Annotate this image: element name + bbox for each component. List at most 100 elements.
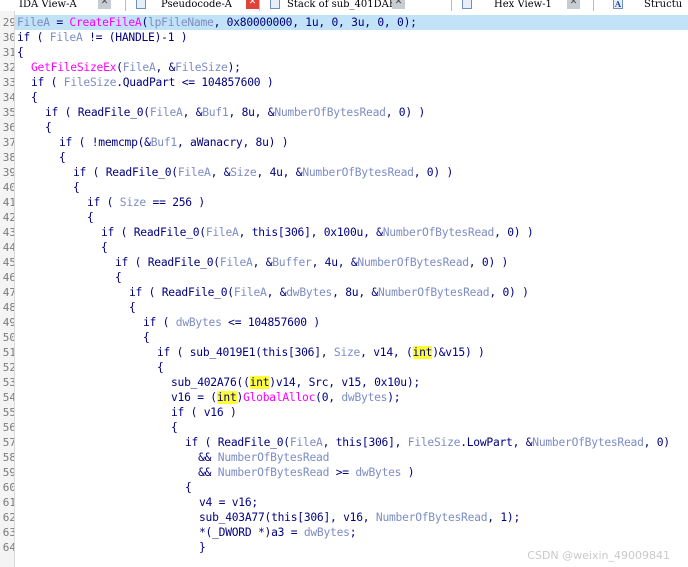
- code-line[interactable]: if ( FileA != (HANDLE)-1 ): [15, 30, 688, 45]
- code-text: , v14, (: [360, 346, 413, 359]
- library-call[interactable]: GetFileSizeEx: [31, 61, 116, 74]
- identifier[interactable]: NumberOfBytesRead: [302, 166, 414, 179]
- code-line[interactable]: if ( Size == 256 ): [15, 195, 688, 210]
- identifier[interactable]: NumberOfBytesRead: [378, 286, 490, 299]
- identifier[interactable]: dwBytes: [341, 391, 387, 404]
- identifier[interactable]: FileA: [123, 61, 156, 74]
- tab-ida-view-a[interactable]: IDA View-A ✕: [2, 0, 112, 11]
- identifier[interactable]: dwBytes: [176, 316, 222, 329]
- code-line[interactable]: v16 = (int)GlobalAlloc(0, dwBytes);: [15, 390, 688, 405]
- tab-pseudocode-a[interactable]: Pseudocode-A ✕: [128, 0, 260, 11]
- identifier[interactable]: NumberOfBytesRead: [532, 436, 644, 449]
- identifier[interactable]: NumberOfBytesRead: [218, 466, 330, 479]
- code-line[interactable]: {: [15, 480, 688, 495]
- close-icon[interactable]: ✕: [98, 0, 111, 9]
- identifier[interactable]: FileSize: [64, 76, 117, 89]
- code-line[interactable]: if ( ReadFile_0(FileA, &Buf1, 8u, &Numbe…: [15, 105, 688, 120]
- identifier[interactable]: lpFileName: [148, 16, 214, 29]
- code-line[interactable]: {: [15, 180, 688, 195]
- tab-label: IDA View-A: [19, 0, 77, 10]
- code-line[interactable]: {: [15, 360, 688, 375]
- code-line[interactable]: && NumberOfBytesRead: [15, 450, 688, 465]
- code-line[interactable]: {: [15, 330, 688, 345]
- identifier[interactable]: FileA: [50, 31, 83, 44]
- highlighted-keyword[interactable]: int: [412, 346, 432, 359]
- code-line[interactable]: {: [15, 210, 688, 225]
- tab-stack-of-sub-401dab[interactable]: Stack of sub_401DAB ✕: [262, 0, 406, 11]
- line-number: 41: [2, 196, 15, 209]
- code-text: if ( ReadFile_0(: [129, 286, 234, 299]
- identifier[interactable]: FileA: [206, 226, 239, 239]
- code-text: ): [401, 466, 415, 479]
- code-line[interactable]: if ( ReadFile_0(FileA, &Size, 4u, &Numbe…: [15, 165, 688, 180]
- code-line[interactable]: if ( dwBytes <= 104857600 ): [15, 315, 688, 330]
- tab-hex-view-1[interactable]: Hex View-1 ✕: [454, 0, 581, 11]
- identifier[interactable]: NumberOfBytesRead: [357, 256, 469, 269]
- identifier[interactable]: FileA: [17, 16, 50, 29]
- code-line[interactable]: if ( v16 ): [15, 405, 688, 420]
- code-line[interactable]: && NumberOfBytesRead >= dwBytes ): [15, 465, 688, 480]
- identifier[interactable]: FileSize: [408, 436, 461, 449]
- identifier[interactable]: FileA: [234, 286, 267, 299]
- close-icon[interactable]: ✕: [246, 0, 259, 9]
- close-icon[interactable]: ✕: [392, 0, 405, 9]
- identifier[interactable]: Size: [230, 166, 256, 179]
- identifier[interactable]: dwBytes: [304, 526, 350, 539]
- identifier[interactable]: NumberOfBytesRead: [274, 106, 386, 119]
- library-call[interactable]: GlobalAlloc: [243, 391, 315, 404]
- identifier[interactable]: FileA: [220, 256, 253, 269]
- tab-separator: [451, 0, 452, 11]
- identifier[interactable]: FileA: [178, 166, 211, 179]
- code-line[interactable]: if ( !memcmp(&Buf1, aWanacry, 8u) ): [15, 135, 688, 150]
- line-number: 60: [2, 481, 15, 494]
- identifier[interactable]: dwBytes: [355, 466, 401, 479]
- identifier[interactable]: FileA: [150, 106, 183, 119]
- code-line[interactable]: *(_DWORD *)a3 = dwBytes;: [15, 525, 688, 540]
- pseudocode-editor[interactable]: FileA = CreateFileA(lpFileName, 0x800000…: [15, 11, 688, 567]
- code-line[interactable]: {: [15, 270, 688, 285]
- close-icon[interactable]: ✕: [567, 0, 580, 9]
- line-number: 43: [2, 226, 15, 239]
- code-text: if (: [31, 76, 64, 89]
- line-number: 55: [2, 406, 15, 419]
- code-line[interactable]: if ( ReadFile_0(FileA, &Buffer, 4u, &Num…: [15, 255, 688, 270]
- code-line[interactable]: GetFileSizeEx(FileA, &FileSize);: [15, 60, 688, 75]
- code-line[interactable]: {: [15, 150, 688, 165]
- highlighted-keyword[interactable]: int: [249, 376, 270, 389]
- identifier[interactable]: NumberOfBytesRead: [376, 511, 488, 524]
- code-line[interactable]: {: [15, 90, 688, 105]
- code-line[interactable]: if ( ReadFile_0(FileA, this[306], FileSi…: [15, 435, 688, 450]
- code-line[interactable]: sub_402A76((int)v14, Src, v15, 0x10u);: [15, 375, 688, 390]
- identifier[interactable]: Size: [334, 346, 360, 359]
- code-line[interactable]: if ( sub_4019E1(this[306], Size, v14, (i…: [15, 345, 688, 360]
- code-text: {: [87, 211, 94, 224]
- line-number: 52: [2, 361, 15, 374]
- tab-structu[interactable]: A Structu: [596, 0, 688, 11]
- identifier[interactable]: NumberOfBytesRead: [383, 226, 495, 239]
- code-line[interactable]: {: [15, 240, 688, 255]
- code-line[interactable]: if ( FileSize.QuadPart <= 104857600 ): [15, 75, 688, 90]
- identifier[interactable]: Buffer: [272, 256, 312, 269]
- library-call[interactable]: CreateFileA: [69, 16, 141, 29]
- code-line[interactable]: {: [15, 120, 688, 135]
- code-line[interactable]: if ( ReadFile_0(FileA, this[306], 0x100u…: [15, 225, 688, 240]
- code-line[interactable]: {: [15, 420, 688, 435]
- code-text: if ( ReadFile_0(: [185, 436, 290, 449]
- tab-bar: IDA View-A ✕ Pseudocode-A ✕ Stack of sub_401…: [0, 0, 688, 11]
- identifier[interactable]: Buf1: [151, 136, 177, 149]
- identifier[interactable]: FileA: [290, 436, 323, 449]
- code-line[interactable]: {: [15, 45, 688, 60]
- code-line[interactable]: {: [15, 300, 688, 315]
- identifier[interactable]: Buf1: [202, 106, 228, 119]
- code-line[interactable]: if ( ReadFile_0(FileA, &dwBytes, 8u, &Nu…: [15, 285, 688, 300]
- identifier[interactable]: NumberOfBytesRead: [218, 451, 330, 464]
- code-line[interactable]: v4 = v16;: [15, 495, 688, 510]
- code-text: , 4u, &: [256, 166, 303, 179]
- code-line-current[interactable]: FileA = CreateFileA(lpFileName, 0x800000…: [15, 15, 688, 30]
- identifier[interactable]: FileSize: [175, 61, 228, 74]
- identifier[interactable]: Size: [120, 196, 146, 209]
- code-text: , 0) ): [413, 166, 454, 179]
- highlighted-keyword[interactable]: int: [216, 391, 237, 404]
- code-line[interactable]: sub_403A77(this[306], v16, NumberOfBytes…: [15, 510, 688, 525]
- identifier[interactable]: dwBytes: [286, 286, 332, 299]
